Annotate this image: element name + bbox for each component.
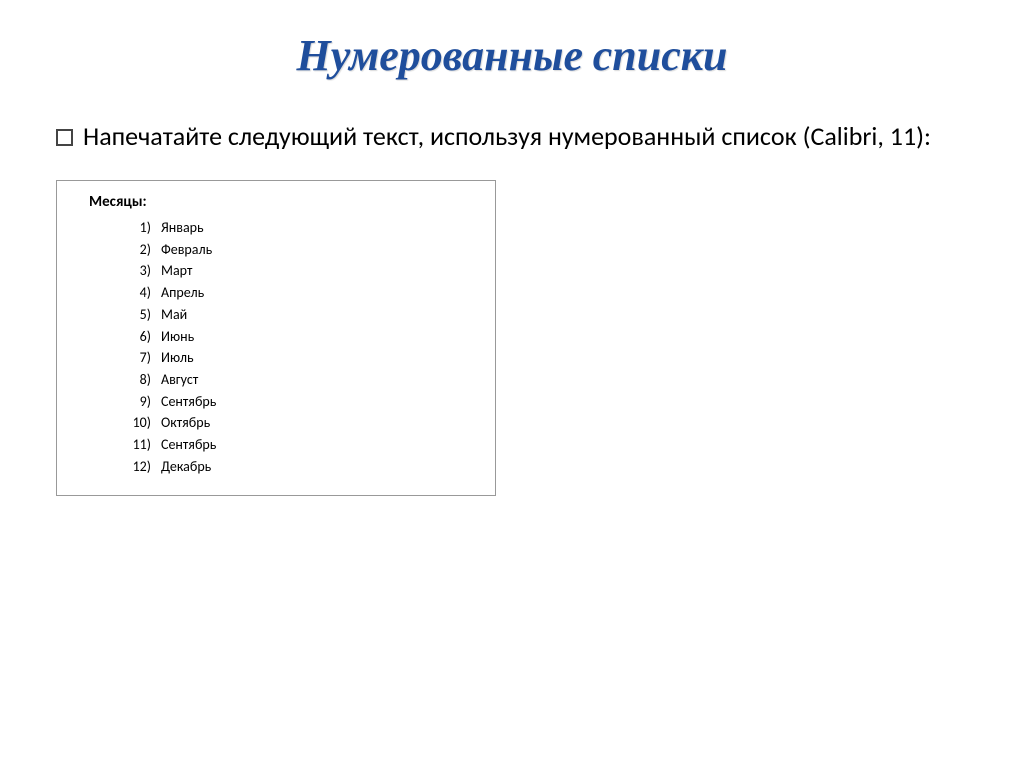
item-label: Январь <box>161 217 204 239</box>
item-number: 10) <box>125 412 151 434</box>
instruction-body: Напечатайте следующий текст, используя н… <box>83 120 931 152</box>
list-item: 2) Февраль <box>125 239 477 261</box>
item-label: Апрель <box>161 282 204 304</box>
square-bullet-icon <box>56 129 73 146</box>
item-number: 5) <box>125 304 151 326</box>
example-box: Месяцы: 1) Январь 2) Февраль 3) Март 4) … <box>56 180 496 496</box>
item-label: Май <box>161 304 187 326</box>
item-label: Февраль <box>161 239 212 261</box>
list-item: 5) Май <box>125 304 477 326</box>
months-list: 1) Январь 2) Февраль 3) Март 4) Апрель 5… <box>75 217 477 477</box>
item-number: 9) <box>125 391 151 413</box>
item-label: Октябрь <box>161 412 210 434</box>
item-label: Март <box>161 260 192 282</box>
item-number: 7) <box>125 347 151 369</box>
item-label: Декабрь <box>161 456 211 478</box>
item-number: 3) <box>125 260 151 282</box>
item-number: 8) <box>125 369 151 391</box>
item-label: Сентябрь <box>161 391 216 413</box>
item-number: 12) <box>125 456 151 478</box>
list-item: 9) Сентябрь <box>125 391 477 413</box>
item-number: 11) <box>125 434 151 456</box>
list-item: 8) Август <box>125 369 477 391</box>
list-item: 11) Сентябрь <box>125 434 477 456</box>
item-label: Июнь <box>161 326 194 348</box>
list-item: 6) Июнь <box>125 326 477 348</box>
item-number: 1) <box>125 217 151 239</box>
list-item: 3) Март <box>125 260 477 282</box>
item-number: 6) <box>125 326 151 348</box>
list-item: 4) Апрель <box>125 282 477 304</box>
list-item: 1) Январь <box>125 217 477 239</box>
box-heading: Месяцы: <box>89 193 477 211</box>
list-item: 12) Декабрь <box>125 456 477 478</box>
item-label: Август <box>161 369 198 391</box>
item-number: 2) <box>125 239 151 261</box>
list-item: 7) Июль <box>125 347 477 369</box>
item-label: Сентябрь <box>161 434 216 456</box>
list-item: 10) Октябрь <box>125 412 477 434</box>
item-number: 4) <box>125 282 151 304</box>
instruction-text: Напечатайте следующий текст, используя н… <box>50 119 974 154</box>
item-label: Июль <box>161 347 194 369</box>
page-title: Нумерованные списки <box>50 30 974 81</box>
